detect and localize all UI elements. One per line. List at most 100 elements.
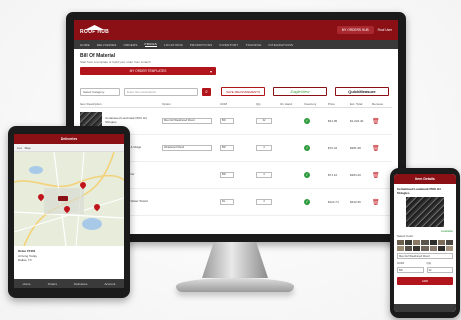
- tablet-nav-orders[interactable]: Orders: [48, 282, 57, 286]
- tablet-bottom-nav: Home Orders Deliveries Account: [14, 279, 124, 288]
- nav-deliveries[interactable]: DELIVERIES: [97, 43, 117, 47]
- phone-bottom-bar: [394, 304, 456, 312]
- nav-home[interactable]: HOME: [80, 43, 90, 47]
- tablet-view-toggle: List Map: [14, 144, 124, 152]
- col-option: Option: [162, 102, 171, 106]
- tablet-nav-account[interactable]: Account: [105, 282, 116, 286]
- map-view-tab[interactable]: Map: [25, 146, 31, 150]
- phone-uom-group: UOM BD: [397, 261, 424, 273]
- list-view-tab[interactable]: List: [17, 146, 22, 150]
- search-icon: ⌕: [205, 88, 208, 95]
- row-description: Certainteed Landmark PRO H4 Shingles: [105, 116, 147, 124]
- qty-input[interactable]: 32: [256, 118, 272, 124]
- app-topbar: ROOF HUB MY ORDERS HUB Roof User: [74, 20, 398, 40]
- nav-prices[interactable]: PRICES: [144, 42, 157, 47]
- qty-input[interactable]: 4: [256, 145, 272, 151]
- uom-select[interactable]: BD: [397, 266, 424, 273]
- nav-training[interactable]: TRAINING: [246, 43, 262, 47]
- col-qty: Qty: [256, 102, 261, 106]
- color-swatch[interactable]: [445, 245, 453, 251]
- color-swatch[interactable]: [413, 245, 421, 251]
- color-swatch[interactable]: [397, 239, 405, 245]
- color-swatch[interactable]: [421, 245, 429, 251]
- device-showcase: ROOF HUB MY ORDERS HUB Roof User HOME DE…: [0, 0, 461, 320]
- trash-icon[interactable]: 🗑: [372, 118, 392, 125]
- user-menu[interactable]: Roof User: [378, 28, 392, 32]
- row-total: $281.68: [350, 146, 361, 150]
- uom-select[interactable]: RL: [220, 199, 234, 205]
- color-swatch[interactable]: [421, 239, 429, 245]
- qty-label: Qty: [426, 260, 432, 265]
- nav-integrations[interactable]: INTEGRATIONS: [269, 43, 294, 47]
- row-price: $71.10: [328, 173, 338, 177]
- tablet-screen: Deliveries List Map Order #7401 Arriving…: [14, 134, 124, 288]
- nav-inventory[interactable]: INVENTORY: [219, 43, 238, 47]
- phone-header: Item Details: [394, 174, 456, 184]
- phone-qty-group: Qty 32: [426, 260, 453, 273]
- uom-select[interactable]: BD: [220, 172, 234, 178]
- nav-promotions[interactable]: PROMOTIONS: [190, 43, 213, 47]
- category-select[interactable]: Select Category: [80, 87, 120, 96]
- row-price: $70.42: [328, 146, 338, 150]
- qty-input[interactable]: 4: [256, 172, 272, 178]
- tablet-nav-home[interactable]: Home: [23, 282, 31, 286]
- phone-screen: Item Details Certainteed Landmark PRO H4…: [394, 174, 456, 312]
- truck-icon[interactable]: [58, 196, 68, 201]
- eagleview-label: EagleView: [290, 89, 310, 94]
- order-templates-button[interactable]: MY ORDER TEMPLATES ▾: [80, 67, 216, 75]
- branch-selector[interactable]: MY ORDERS HUB: [336, 26, 374, 34]
- tablet-header: Deliveries: [14, 134, 124, 144]
- item-search-input[interactable]: Enter Item description: [124, 87, 198, 96]
- tablet-nav-deliveries[interactable]: Deliveries: [74, 282, 87, 286]
- in-stock-check-icon: ✓: [304, 118, 310, 124]
- quickmeasure-button[interactable]: QuickMeasure: [334, 87, 389, 96]
- col-uom: UOM: [220, 102, 227, 106]
- monitor-stand-neck: [202, 242, 268, 278]
- topbar-right: MY ORDERS HUB Roof User: [336, 26, 392, 34]
- in-stock-check-icon: ✓: [304, 199, 310, 205]
- col-inventory: Inventory: [304, 102, 317, 106]
- nav-locations[interactable]: LOCATIONS: [164, 43, 183, 47]
- uom-select[interactable]: BD: [220, 145, 234, 151]
- trash-icon[interactable]: 🗑: [372, 199, 392, 206]
- color-swatch[interactable]: [397, 245, 405, 251]
- color-swatch[interactable]: [413, 239, 421, 245]
- color-swatch[interactable]: [429, 239, 437, 245]
- row-total: $284.40: [350, 173, 361, 177]
- order-templates-label: MY ORDER TEMPLATES: [129, 69, 167, 73]
- color-swatch[interactable]: [429, 245, 437, 251]
- roof-icon: [84, 25, 105, 30]
- save-measurements-button[interactable]: SAVE MEASUREMENTS: [221, 87, 265, 96]
- trash-icon[interactable]: 🗑: [372, 172, 392, 179]
- row-price: $31.95: [328, 119, 338, 123]
- qty-input[interactable]: 4: [256, 199, 272, 205]
- delivery-info-line: Dallas, TX: [18, 258, 32, 262]
- eagleview-button[interactable]: EagleView: [272, 87, 327, 96]
- nav-orders[interactable]: ORDERS: [124, 43, 138, 47]
- phone-qty-row: UOM BD Qty 32: [397, 261, 453, 273]
- color-select[interactable]: Max Def Weathered Wood: [397, 252, 453, 259]
- option-select[interactable]: Weathered Wood: [162, 145, 212, 151]
- qty-input[interactable]: 32: [426, 266, 453, 273]
- color-swatch[interactable]: [405, 239, 413, 245]
- main-nav: HOME DELIVERIES ORDERS PRICES LOCATIONS …: [74, 40, 398, 49]
- row-total: $442.96: [350, 200, 361, 204]
- col-ext-total: Ext. Total: [350, 102, 363, 106]
- add-to-order-button[interactable]: ADD: [397, 276, 453, 285]
- color-swatch[interactable]: [405, 245, 413, 251]
- phone-item-title: Certainteed Landmark PRO H4 Shingles: [397, 187, 441, 196]
- phone-product-image: [406, 197, 444, 228]
- in-stock-check-icon: ✓: [304, 145, 310, 151]
- color-swatch[interactable]: [437, 239, 445, 245]
- option-select[interactable]: Max Def Weathered Wood: [162, 118, 212, 124]
- trash-icon[interactable]: 🗑: [372, 145, 392, 152]
- uom-label: UOM: [397, 260, 404, 265]
- toolbar: Select Category Enter Item description ⌕…: [80, 87, 392, 96]
- delivery-map[interactable]: [14, 152, 124, 246]
- in-stock-check-icon: ✓: [304, 172, 310, 178]
- color-swatch[interactable]: [445, 239, 453, 245]
- color-swatch[interactable]: [437, 245, 445, 251]
- roofhub-logo[interactable]: ROOF HUB: [80, 25, 109, 35]
- search-button[interactable]: ⌕: [202, 87, 211, 96]
- uom-select[interactable]: BD: [220, 118, 234, 124]
